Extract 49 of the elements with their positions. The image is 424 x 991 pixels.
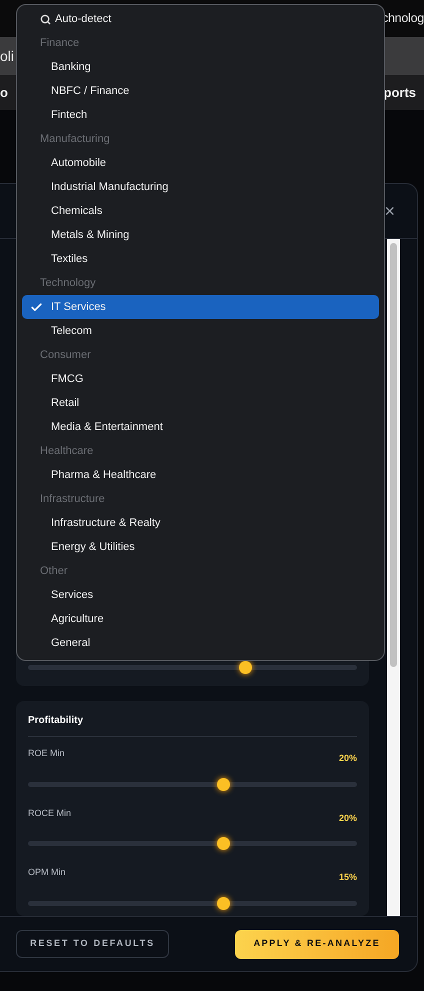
menu-item[interactable]: Pharma & Healthcare bbox=[22, 463, 379, 487]
menu-item[interactable]: Chemicals bbox=[22, 199, 379, 223]
slider-value: 15% bbox=[338, 871, 357, 884]
menu-item[interactable]: General bbox=[22, 631, 379, 655]
menu-item[interactable]: Services bbox=[22, 583, 379, 607]
menu-item[interactable]: Fintech bbox=[22, 103, 379, 127]
search-icon bbox=[40, 14, 51, 24]
card-title: Profitability bbox=[28, 713, 357, 737]
menu-item-label: Auto-detect bbox=[55, 12, 112, 27]
slider-value: 20% bbox=[338, 752, 357, 765]
menu-item[interactable]: Media & Entertainment bbox=[22, 415, 379, 439]
group-label: Infrastructure bbox=[39, 492, 106, 507]
slider-label: ROCE Min bbox=[28, 806, 72, 820]
menu-item[interactable]: Banking bbox=[22, 55, 379, 79]
menu-item[interactable]: Industrial Manufacturing bbox=[22, 175, 379, 199]
menu-item[interactable]: Telecom bbox=[22, 319, 379, 343]
nav-text[interactable]: ports bbox=[384, 82, 416, 102]
menu-item[interactable]: Retail bbox=[22, 391, 379, 415]
tab-text: oli bbox=[0, 46, 14, 66]
group-label: Finance bbox=[39, 36, 80, 51]
slider-thumb[interactable] bbox=[217, 896, 230, 910]
menu-item[interactable]: Infrastructure & Realty bbox=[22, 511, 379, 535]
menu-item[interactable]: Auto-detect bbox=[22, 7, 379, 31]
slider-thumb[interactable] bbox=[238, 661, 252, 674]
menu-item[interactable]: Metals & Mining bbox=[22, 223, 379, 247]
slider-label: ROE Min bbox=[28, 747, 65, 760]
menu-item[interactable]: Agriculture bbox=[22, 607, 379, 631]
slider-value: 20% bbox=[338, 812, 357, 824]
scrollbar-thumb[interactable] bbox=[390, 243, 397, 667]
scrollbar[interactable] bbox=[387, 239, 400, 916]
menu-item[interactable]: IT Services bbox=[22, 295, 379, 319]
menu-item[interactable]: Energy & Utilities bbox=[22, 535, 379, 559]
slider-thumb[interactable] bbox=[217, 778, 230, 790]
nav-text[interactable]: o bbox=[0, 82, 8, 102]
group-label: Healthcare bbox=[39, 444, 94, 459]
reset-button[interactable]: RESET TO DEFAULTS bbox=[16, 930, 169, 958]
group-label: Manufacturing bbox=[39, 132, 111, 147]
check-icon bbox=[30, 300, 43, 314]
slider-thumb[interactable] bbox=[217, 837, 230, 850]
menu-item[interactable]: FMCG bbox=[22, 367, 379, 391]
group-label: Consumer bbox=[39, 348, 92, 363]
menu-item[interactable]: NBFC / Finance bbox=[22, 79, 379, 103]
apply-button[interactable]: APPLY & RE-ANALYZE bbox=[235, 930, 399, 958]
menu-item[interactable]: Automobile bbox=[22, 151, 379, 175]
close-button[interactable]: × bbox=[384, 198, 395, 224]
slider-label: OPM Min bbox=[28, 866, 66, 879]
group-label: Technology bbox=[39, 276, 97, 291]
group-label: Other bbox=[39, 564, 69, 579]
menu-item[interactable]: Textiles bbox=[22, 247, 379, 271]
